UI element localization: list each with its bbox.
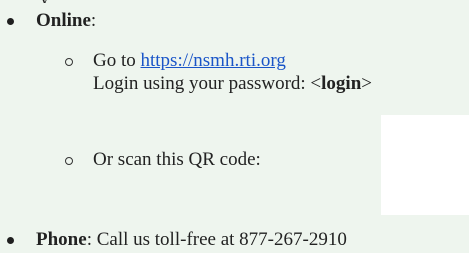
scan-qr-line: Or scan this QR code: [93,149,261,170]
phone-label: Phone [36,229,87,250]
login-suffix: > [361,73,372,94]
phone-line: Phone: Call us toll-free at 877-267-2910 [36,229,347,251]
goto-prefix: Go to [93,50,141,71]
qr-sub-bullet [65,157,73,165]
goto-sub-bullet [65,58,73,66]
online-label: Online [36,10,91,31]
website-link[interactable]: https://nsmh.rti.org [141,50,286,71]
goto-line: Go to https://nsmh.rti.org [93,50,286,72]
login-line: Login using your password: <login> [93,73,372,95]
online-heading: Online: [36,10,96,32]
qr-code-image [381,115,469,215]
login-token: login [321,73,362,94]
online-colon: : [90,10,97,31]
online-bullet [7,18,14,25]
phone-bullet [7,237,14,244]
cropped-previous-line: y [0,0,60,3]
cropped-text: y [40,0,49,3]
phone-details: : Call us toll-free at 877-267-2910 [86,229,347,250]
login-prefix: Login using your password: < [93,73,322,94]
